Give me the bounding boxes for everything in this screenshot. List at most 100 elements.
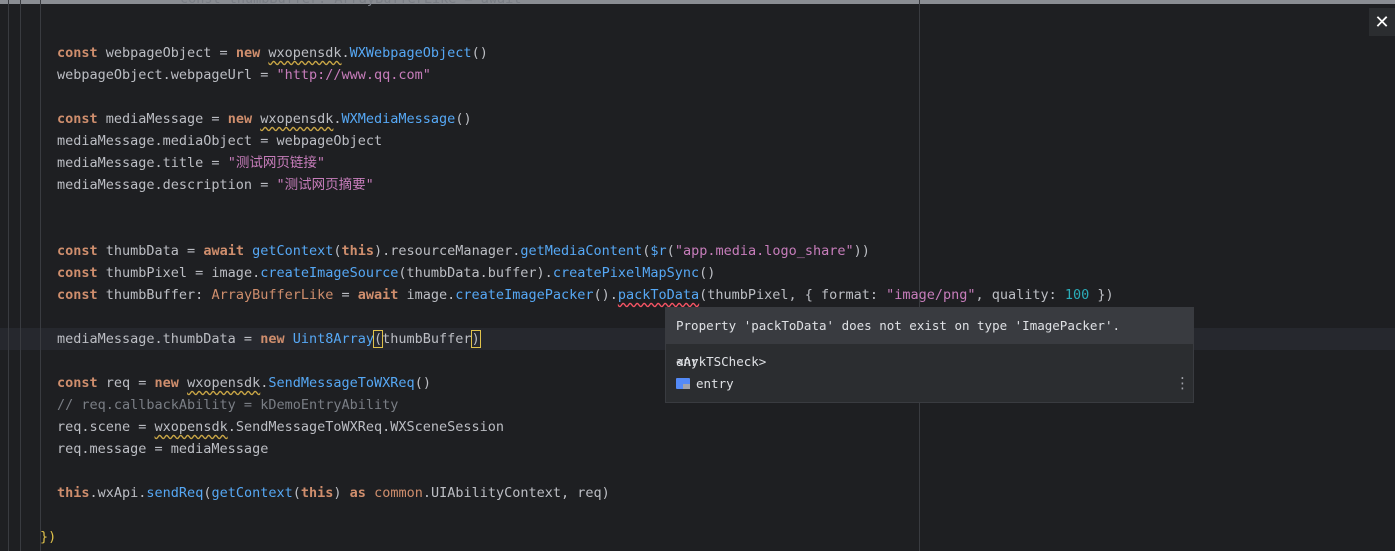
type-name: ArrayBufferLike [211, 287, 334, 303]
keyword: new [235, 45, 261, 61]
matched-bracket: ) [470, 330, 481, 348]
code-text: thumbBuffer: [97, 287, 212, 303]
string-literal: "http://www.qq.com" [276, 67, 431, 83]
keyword: const [57, 243, 98, 259]
keyword: const [57, 375, 98, 391]
class-name: SendMessageToWXReq [268, 375, 415, 391]
string-literal: "测试网页摘要" [276, 177, 374, 193]
code-line-15[interactable]: this.wxApi.sendReq(getContext(this) as c… [57, 482, 610, 504]
comment: // req.callbackAbility = kDemoEntryAbili… [57, 397, 399, 413]
tooltip-message: Property 'packToData' does not exist on … [666, 308, 1193, 369]
tooltip-type-text: any [676, 354, 699, 369]
keyword: const [57, 287, 98, 303]
function-call: Uint8Array [292, 331, 375, 347]
code-text: .UIAbilityContext, req) [422, 485, 610, 501]
keyword: this [341, 243, 375, 259]
function-call: $r [650, 243, 667, 259]
tooltip-module: entry [676, 376, 734, 391]
error-tooltip[interactable]: Property 'packToData' does not exist on … [665, 307, 1194, 403]
number-literal: 100 [1064, 287, 1090, 303]
function-call: getContext [211, 485, 293, 501]
function-call: getContext [252, 243, 334, 259]
partial-code-line: const thumbBuffer: ArrayBufferLike = awa… [180, 0, 521, 10]
code-text: . [333, 111, 342, 127]
keyword: const [57, 45, 98, 61]
code-text: image. [398, 287, 456, 303]
code-text: . [341, 45, 350, 61]
code-text: (thumbPixel, { format: [699, 287, 887, 303]
namespace: wxopensdk [154, 419, 228, 435]
code-text: , quality: [975, 287, 1065, 303]
code-text: () [471, 45, 488, 61]
code-text: ) [333, 485, 350, 501]
code-line-10[interactable]: mediaMessage.thumbData = new Uint8Array(… [57, 328, 481, 350]
code-text: }) [40, 529, 57, 545]
code-line-6[interactable]: mediaMessage.description = "测试网页摘要" [57, 174, 374, 196]
code-text: req = [97, 375, 155, 391]
code-text: thumbPixel = image. [97, 265, 261, 281]
code-line-1[interactable]: const webpageObject = new wxopensdk.WXWe… [57, 42, 488, 64]
folder-module-icon [676, 378, 690, 389]
function-call: sendReq [146, 485, 204, 501]
namespace: wxopensdk [268, 45, 342, 61]
string-literal: "测试网页链接" [227, 155, 325, 171]
code-text: (thumbData.buffer). [398, 265, 553, 281]
indent-guide [40, 0, 41, 551]
code-line-8[interactable]: const thumbPixel = image.createImageSour… [57, 262, 715, 284]
indent-guide [20, 0, 21, 551]
indent-guide [8, 0, 9, 551]
close-button[interactable]: ✕ [1369, 8, 1395, 36]
code-text: mediaMessage.thumbData = [57, 331, 261, 347]
function-call: createPixelMapSync [552, 265, 700, 281]
code-text: () [414, 375, 431, 391]
code-text: ( [292, 485, 301, 501]
code-text: ( [333, 243, 342, 259]
code-text: = [333, 287, 358, 303]
code-line-3[interactable]: const mediaMessage = new wxopensdk.WXMed… [57, 108, 472, 130]
code-text: thumbBuffer [382, 331, 472, 347]
code-text: (). [593, 287, 618, 303]
code-text: req.message = mediaMessage [57, 441, 269, 457]
class-name: WXWebpageObject [349, 45, 472, 61]
type-name: common [374, 485, 423, 501]
keyword: await [203, 243, 244, 259]
code-line-11[interactable]: const req = new wxopensdk.SendMessageToW… [57, 372, 431, 394]
tooltip-module-name: entry [696, 376, 734, 391]
close-icon: ✕ [1374, 11, 1390, 33]
code-text: )) [853, 243, 870, 259]
code-line-12[interactable]: // req.callbackAbility = kDemoEntryAbili… [57, 394, 398, 416]
code-line-9[interactable]: const thumbBuffer: ArrayBufferLike = awa… [57, 284, 1114, 306]
code-text: webpageObject = [97, 45, 236, 61]
code-text: ).resourceManager. [374, 243, 521, 259]
matched-bracket: ( [372, 330, 384, 348]
function-call: createImagePacker [455, 287, 594, 303]
code-line-4[interactable]: mediaMessage.mediaObject = webpageObject [57, 130, 382, 152]
keyword: as [349, 485, 366, 501]
more-options-icon[interactable]: ⋮ [1175, 376, 1190, 391]
code-text: () [699, 265, 716, 281]
keyword: new [154, 375, 179, 391]
code-line-13[interactable]: req.scene = wxopensdk.SendMessageToWXReq… [57, 416, 504, 438]
code-line-2[interactable]: webpageObject.webpageUrl = "http://www.q… [57, 64, 431, 86]
keyword: this [57, 485, 90, 501]
code-line-14[interactable]: req.message = mediaMessage [57, 438, 268, 460]
error-function-call[interactable]: packToData [618, 287, 699, 303]
code-text: thumbData = [97, 243, 204, 259]
code-line-7[interactable]: const thumbData = await getContext(this)… [57, 240, 870, 262]
code-text: ( [666, 243, 675, 259]
code-text: webpageObject.webpageUrl = [57, 67, 277, 83]
keyword: await [357, 287, 399, 303]
code-editor[interactable]: const thumbBuffer: ArrayBufferLike = awa… [0, 0, 1395, 551]
class-name: WXMediaMessage [341, 111, 456, 127]
keyword: this [300, 485, 334, 501]
code-text: mediaMessage.title = [57, 155, 228, 171]
code-text: () [455, 111, 472, 127]
code-text: }) [1089, 287, 1114, 303]
code-text: .SendMessageToWXReq.WXSceneSession [227, 419, 505, 435]
code-line-16[interactable]: }) [40, 526, 56, 548]
code-line-5[interactable]: mediaMessage.title = "测试网页链接" [57, 152, 325, 174]
code-text: mediaMessage.mediaObject = webpageObject [57, 133, 383, 149]
